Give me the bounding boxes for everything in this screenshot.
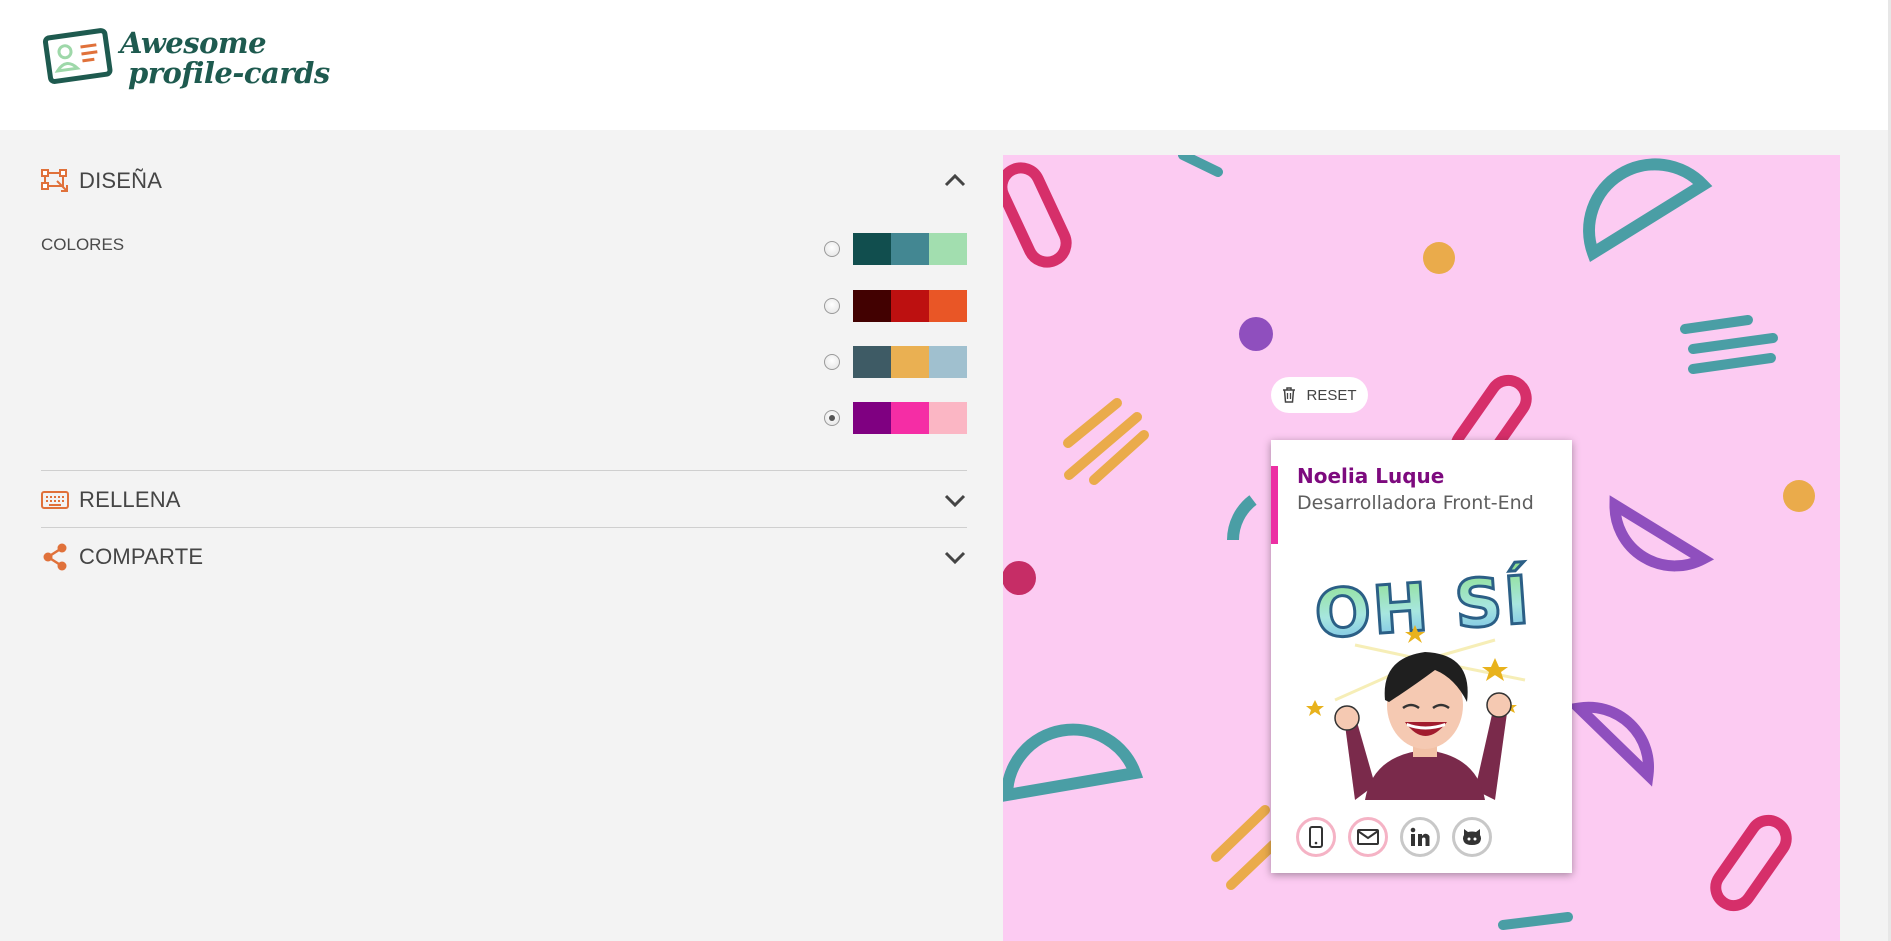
reset-label: RESET — [1306, 386, 1357, 404]
card-preview: RESET Noelia Luque Desarrolladora Front-… — [1003, 155, 1840, 941]
chevron-down-icon[interactable] — [943, 488, 967, 512]
chevron-up-icon[interactable] — [943, 169, 967, 193]
logo-line-2: profile-cards — [128, 56, 330, 90]
swatch-light — [929, 290, 967, 322]
social-mail-button[interactable] — [1348, 817, 1388, 857]
section-divider — [41, 470, 967, 471]
palette-option-2[interactable] — [824, 290, 967, 322]
profile-image: OH SÍ — [1306, 559, 1535, 800]
palette-option-4[interactable] — [824, 402, 967, 434]
section-divider — [41, 527, 967, 528]
palette-option-3[interactable] — [824, 346, 967, 378]
trash-icon — [1283, 387, 1296, 403]
linkedin-icon — [1410, 827, 1430, 846]
social-phone-button[interactable] — [1296, 817, 1336, 857]
colors-label: COLORES — [41, 235, 125, 254]
palette-radio-2[interactable] — [824, 298, 840, 314]
swatch-dark — [853, 346, 891, 378]
palette-radio-4[interactable] — [824, 410, 840, 426]
swatch-dark — [853, 290, 891, 322]
section-share-header[interactable]: COMPARTE — [41, 529, 967, 585]
swatch-medium — [891, 402, 929, 434]
share-icon — [41, 543, 69, 571]
chevron-down-icon[interactable] — [943, 545, 967, 569]
logo-line-1: Awesome — [120, 26, 267, 60]
palette-radio-1[interactable] — [824, 241, 840, 257]
profile-card-icon — [42, 28, 113, 84]
swatch-dark — [853, 402, 891, 434]
profile-card: Noelia Luque Desarrolladora Front-End OH… — [1271, 440, 1572, 873]
keyboard-icon — [41, 486, 69, 514]
card-job: Desarrolladora Front-End — [1297, 492, 1534, 514]
card-name: Noelia Luque — [1297, 464, 1445, 488]
mail-icon — [1357, 829, 1379, 845]
swatch-light — [929, 402, 967, 434]
card-accent-bar — [1271, 466, 1278, 544]
section-design-title: DISEÑA — [79, 168, 163, 193]
image-caption: OH SÍ — [1312, 561, 1533, 654]
social-linkedin-button[interactable] — [1400, 817, 1440, 857]
swatch-light — [929, 233, 967, 265]
palette-option-1[interactable] — [824, 233, 967, 265]
design-icon — [41, 167, 69, 195]
phone-icon — [1309, 826, 1323, 848]
section-fill-title: RELLENA — [79, 487, 181, 512]
social-links — [1296, 817, 1504, 857]
reset-button[interactable]: RESET — [1271, 377, 1368, 413]
social-github-button[interactable] — [1452, 817, 1492, 857]
section-design-header[interactable]: DISEÑA — [41, 153, 967, 209]
header: Awesome profile-cards — [0, 0, 1891, 130]
section-fill-header[interactable]: RELLENA — [41, 472, 967, 528]
palette-radio-3[interactable] — [824, 354, 840, 370]
swatch-medium — [891, 346, 929, 378]
swatch-light — [929, 346, 967, 378]
github-icon — [1463, 829, 1481, 845]
section-share-title: COMPARTE — [79, 544, 204, 569]
logo[interactable]: Awesome profile-cards — [42, 26, 330, 90]
swatch-dark — [853, 233, 891, 265]
logo-text: Awesome profile-cards — [120, 28, 330, 88]
swatch-medium — [891, 290, 929, 322]
swatch-medium — [891, 233, 929, 265]
